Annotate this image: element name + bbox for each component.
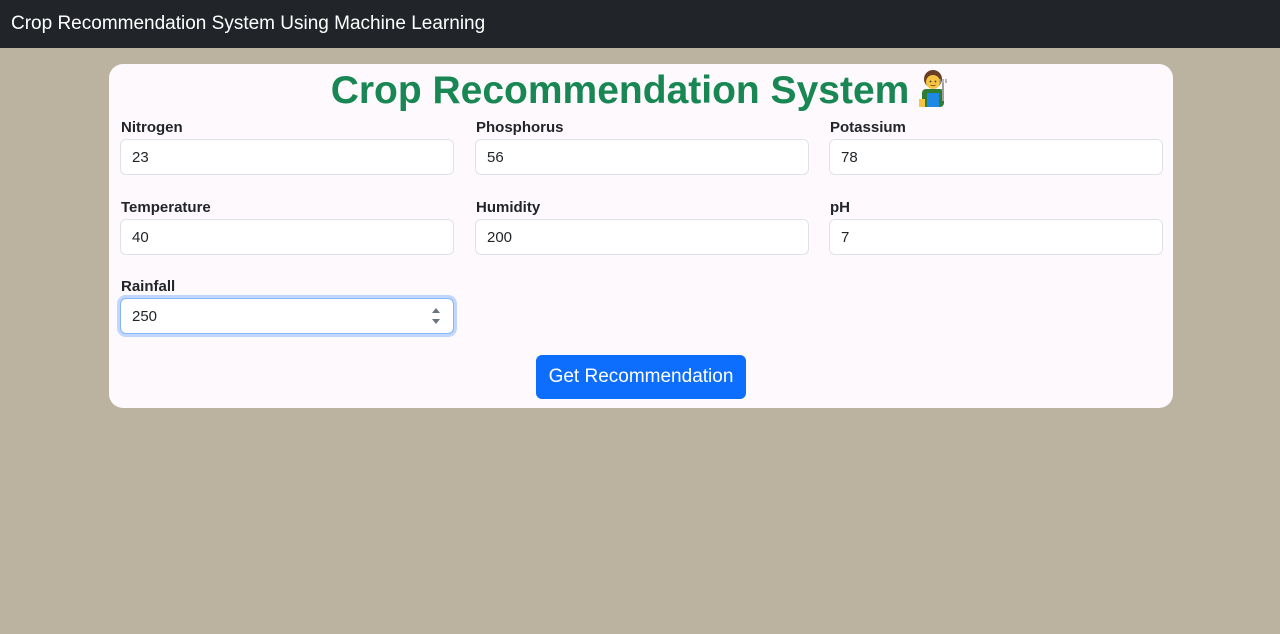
rainfall-field: Rainfall [120, 277, 454, 334]
temperature-label: Temperature [121, 199, 211, 216]
humidity-field: Humidity [475, 198, 809, 255]
phosphorus-label: Phosphorus [476, 119, 564, 136]
nitrogen-input[interactable] [120, 139, 454, 175]
navbar-title[interactable]: Crop Recommendation System Using Machine… [11, 13, 485, 34]
ph-input[interactable] [829, 219, 1163, 255]
farmer-icon [915, 69, 951, 109]
temperature-input[interactable] [120, 219, 454, 255]
rainfall-label: Rainfall [121, 278, 176, 295]
potassium-input[interactable] [829, 139, 1163, 175]
humidity-label: Humidity [476, 199, 541, 216]
potassium-label: Potassium [830, 119, 906, 136]
number-spinner-icon[interactable] [430, 305, 442, 327]
potassium-field: Potassium [829, 118, 1163, 175]
form-card: Crop Recommendation System Nitrogen Phos… [109, 64, 1173, 408]
phosphorus-field: Phosphorus [475, 118, 809, 175]
humidity-input[interactable] [475, 219, 809, 255]
page-title: Crop Recommendation System [109, 68, 1173, 114]
phosphorus-input[interactable] [475, 139, 809, 175]
nitrogen-field: Nitrogen [120, 118, 454, 175]
rainfall-input[interactable] [120, 298, 454, 334]
get-recommendation-button[interactable]: Get Recommendation [536, 355, 746, 399]
navbar: Crop Recommendation System Using Machine… [0, 0, 1280, 48]
ph-label: pH [830, 199, 850, 216]
temperature-field: Temperature [120, 198, 454, 255]
ph-field: pH [829, 198, 1163, 255]
page-title-text: Crop Recommendation System [330, 69, 910, 112]
nitrogen-label: Nitrogen [121, 119, 183, 136]
